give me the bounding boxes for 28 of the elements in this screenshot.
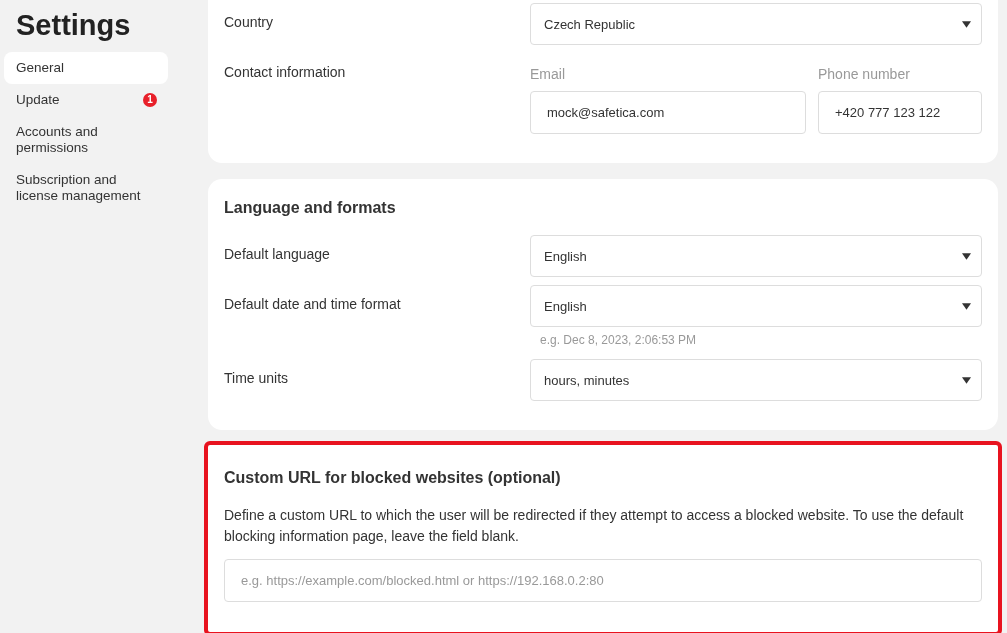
- field-label: Contact information: [224, 63, 347, 82]
- field-label: Time units: [224, 369, 290, 388]
- sidebar-item[interactable]: Update 1: [4, 84, 168, 116]
- field-label: Default language: [224, 245, 331, 264]
- field-hint: e.g. Dec 8, 2023, 2:06:53 PM: [539, 332, 698, 349]
- notification-badge: 1: [143, 93, 157, 107]
- sidebar-item[interactable]: Accounts and permissions: [4, 116, 168, 164]
- dropdown[interactable]: English: [530, 285, 982, 327]
- input-field[interactable]: +420 777 123 122: [818, 91, 982, 134]
- field-label: Phone number: [818, 65, 911, 84]
- sidebar-item[interactable]: Subscription and license management: [4, 164, 168, 212]
- dropdown[interactable]: English: [530, 235, 982, 277]
- caret-icon: [962, 20, 971, 28]
- field-label: Default date and time format: [224, 295, 402, 314]
- dropdown[interactable]: Czech Republic: [530, 3, 982, 45]
- caret-icon: [962, 302, 971, 310]
- sidebar-item[interactable]: General: [4, 52, 168, 84]
- section-description: Define a custom URL to which the user will be redirected if they attempt to access a blocked website. To use the default blocking information page, leave the field blank.: [224, 506, 965, 546]
- page-title: Settings: [16, 9, 132, 42]
- input-field[interactable]: mock@safetica.com: [530, 91, 806, 134]
- section-title: Custom URL for blocked websites (optional): [224, 469, 562, 487]
- dropdown[interactable]: hours, minutes: [530, 359, 982, 401]
- caret-icon: [962, 376, 971, 384]
- caret-icon: [962, 252, 971, 260]
- field-label: Country: [224, 13, 275, 32]
- url-input-field[interactable]: e.g. https://example.com/blocked.html or https://192.168.0.2:80: [224, 559, 982, 602]
- field-label: Email: [530, 65, 566, 84]
- section-title: Language and formats: [224, 199, 397, 217]
